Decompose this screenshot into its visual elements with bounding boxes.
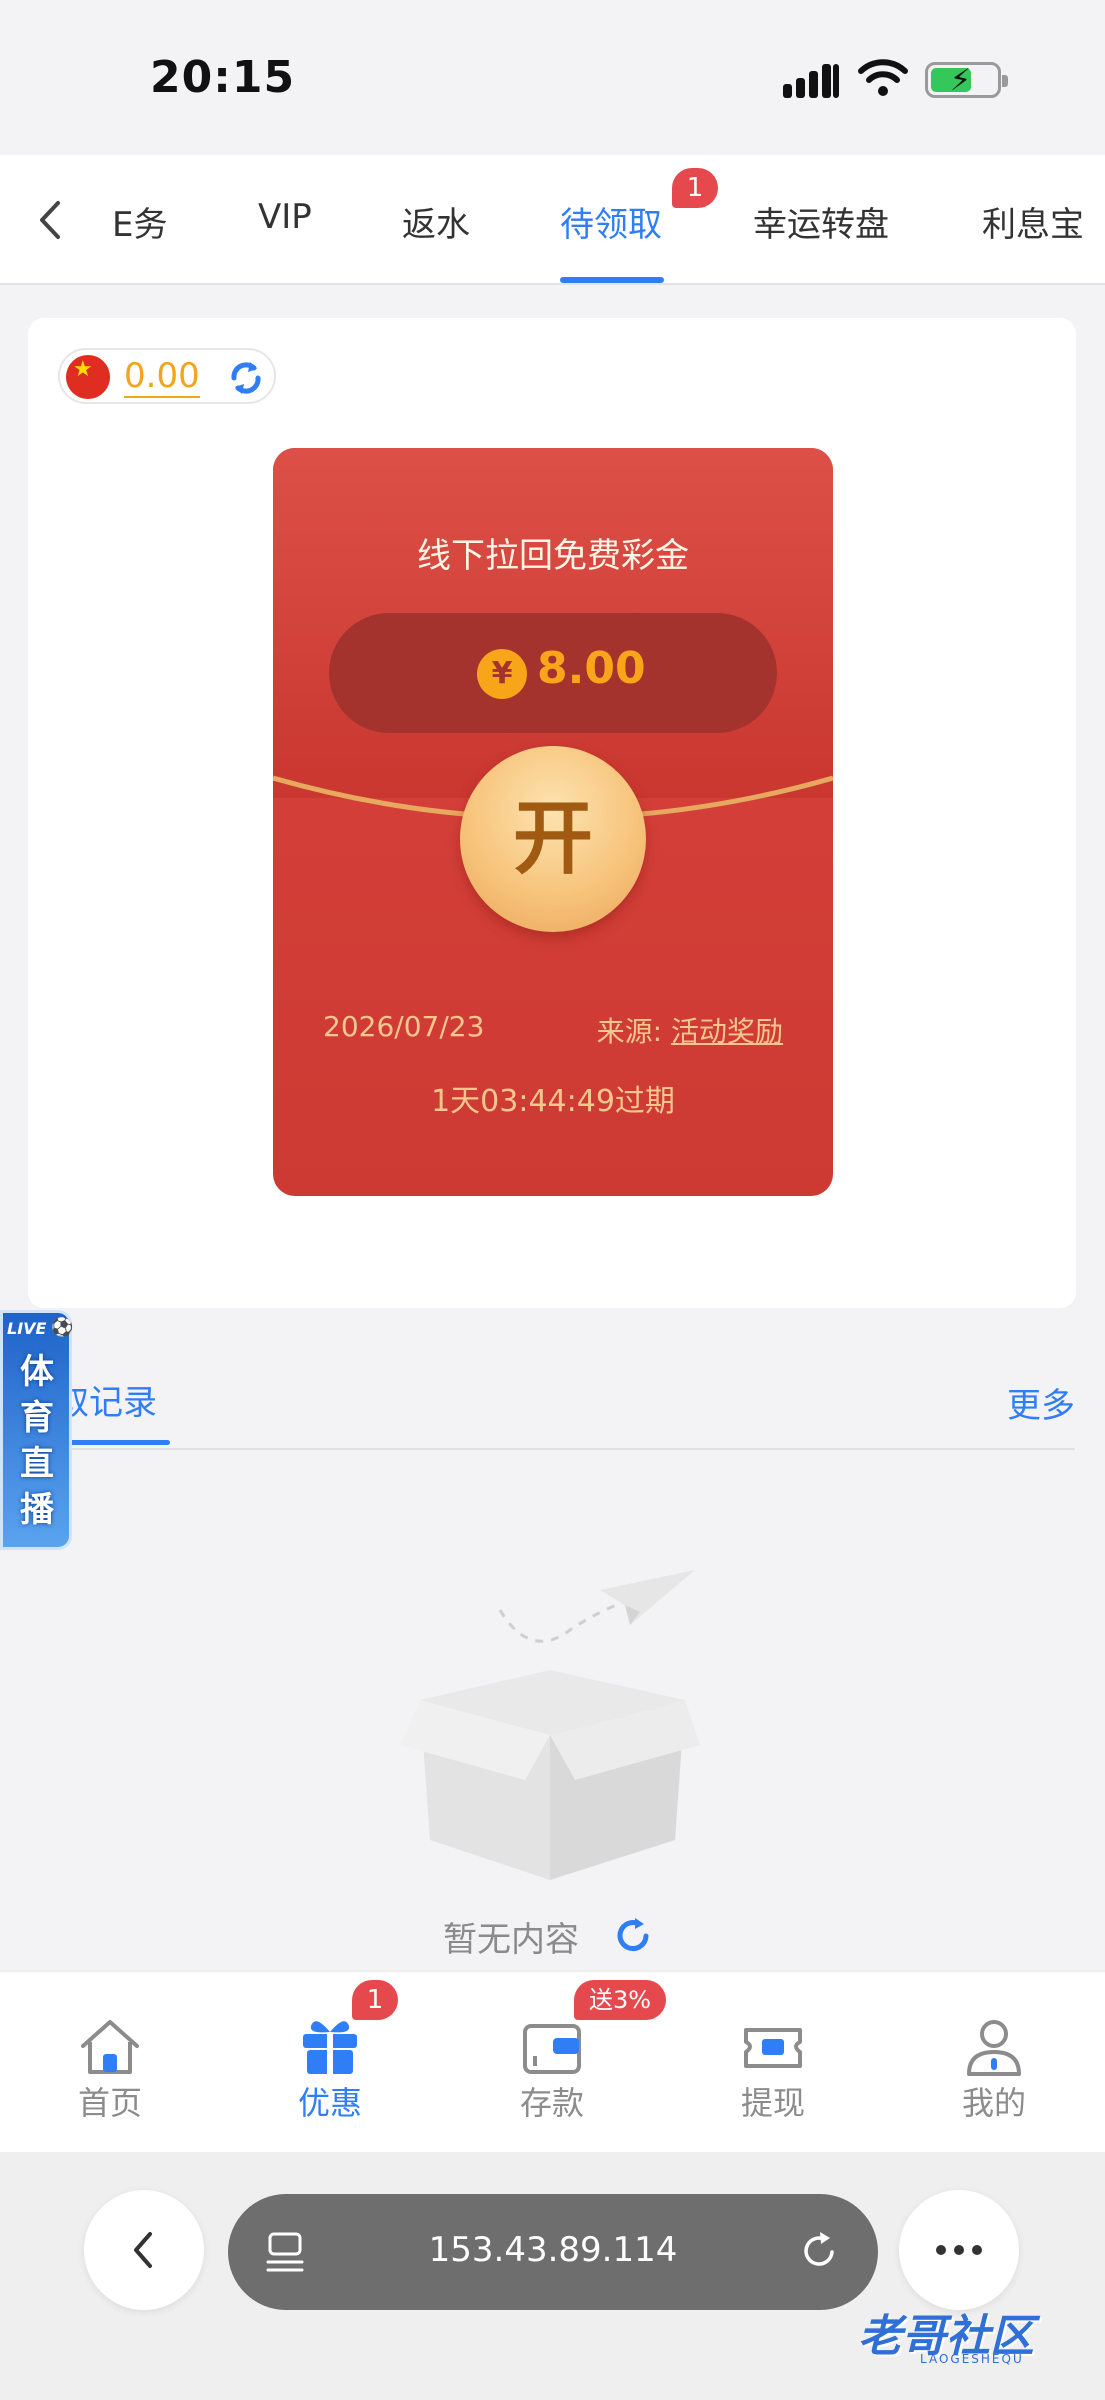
ticket-icon [744,2028,802,2068]
more-link[interactable]: 更多 [1007,1378,1075,1427]
tab-rebate[interactable]: 返水 [402,197,470,246]
nav-withdraw-label: 提现 [740,2084,805,2122]
address-bar[interactable]: 153.43.89.114 [228,2194,878,2310]
envelope-amount-pill: ¥ 8.00 [329,613,777,733]
tab-badge: 1 [672,168,718,208]
envelope-expire-countdown: 1天03:44:49过期 [431,1084,675,1119]
balance-pill: ★ 0.00 [58,348,276,404]
browser-back-button[interactable] [84,2190,204,2310]
soccer-ball-icon: ⚽ [51,1317,74,1338]
nav-profile[interactable]: 我的 [924,2012,1064,2124]
live-sports-sticker[interactable]: LIVE ⚽ 体育直播 [0,1310,74,1550]
source-link[interactable]: 活动奖励 [671,1015,783,1048]
records-tab-indicator [55,1440,170,1445]
tab-task[interactable]: E务 [112,197,167,246]
empty-box-illustration [400,1570,700,1880]
tab-pending[interactable]: 待领取 [560,197,662,246]
empty-state-text: 暂无内容 [443,1920,579,1960]
address-url: 153.43.89.114 [428,2230,678,2270]
deposit-bonus-badge: 送3% [574,1980,666,2020]
status-bar: 20:15 ⚡ [0,0,1105,155]
user-icon [967,2020,1021,2076]
reload-icon[interactable] [796,2228,842,2274]
balance-amount: 0.00 [124,356,200,398]
live-sports-label: 体育直播 [20,1352,54,1530]
status-time: 20:15 [150,52,296,103]
tab-lucky-wheel[interactable]: 幸运转盘 [753,197,889,246]
nav-promotions[interactable]: 优惠 [260,2012,400,2124]
open-envelope-button[interactable]: 开 [460,746,646,932]
back-arrow-icon[interactable] [30,195,70,245]
envelope-date: 2026/07/23 [323,1010,485,1043]
yuan-coin-icon: ¥ [477,649,527,699]
source-label: 来源: [596,1015,663,1048]
nav-home-label: 首页 [77,2084,142,2122]
nav-profile-label: 我的 [961,2084,1026,2122]
more-dots-icon [936,2245,982,2255]
browser-more-button[interactable] [899,2190,1019,2310]
envelope-source: 来源: 活动奖励 [597,1010,783,1050]
bottom-nav: 首页 优惠 存款 提现 我的 [0,1970,1105,2152]
battery-icon: ⚡ [925,62,1008,98]
records-divider [55,1448,1075,1450]
wallet-icon [523,2024,581,2074]
watermark-subtext: LAOGESHEQU [920,2352,1024,2366]
nav-promotions-label: 优惠 [297,2084,362,2122]
red-envelope: 线下拉回免费彩金 ¥ 8.00 开 2026/07/23 来源: 活动奖励 1天… [273,448,833,1196]
refresh-icon[interactable] [612,1915,654,1957]
nav-deposit[interactable]: 存款 [482,2012,622,2124]
tab-vip[interactable]: VIP [258,197,312,237]
promotions-badge: 1 [352,1980,398,2020]
gift-icon [303,2021,357,2074]
active-tab-indicator [560,277,664,283]
wifi-icon [858,59,908,96]
home-icon [81,2020,139,2074]
tab-interest[interactable]: 利息宝 [982,197,1084,246]
envelope-amount: 8.00 [537,643,646,694]
nav-withdraw[interactable]: 提现 [703,2012,843,2124]
open-button-label: 开 [513,792,593,885]
live-tag: LIVE [7,1319,47,1338]
nav-deposit-label: 存款 [519,2084,584,2122]
chevron-left-icon [134,2232,152,2268]
envelope-title: 线下拉回免费彩金 [417,536,689,576]
refresh-icon[interactable] [226,358,266,398]
cellular-signal-icon [783,62,839,98]
top-tab-bar: E务 VIP 返水 待领取 幸运转盘 利息宝 [0,155,1105,285]
china-flag-icon: ★ [66,355,110,399]
nav-home[interactable]: 首页 [40,2012,180,2124]
